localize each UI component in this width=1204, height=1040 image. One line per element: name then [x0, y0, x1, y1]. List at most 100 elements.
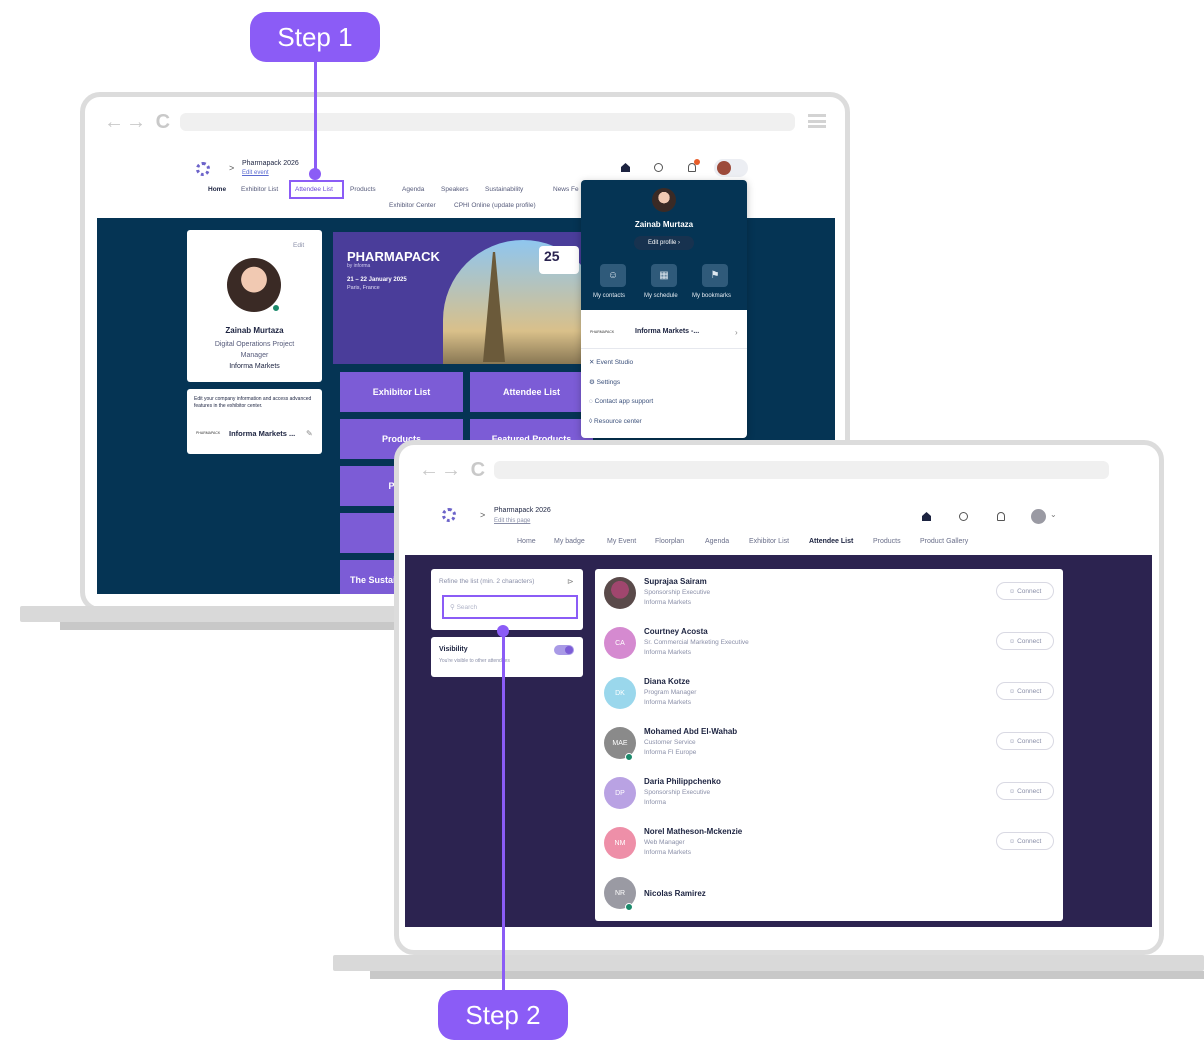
attendee-company: Informa Markets [644, 649, 691, 656]
attendee-row[interactable]: DK Diana Kotze Program Manager Informa M… [595, 669, 1063, 719]
visibility-toggle[interactable] [554, 645, 574, 655]
user-avatar[interactable] [717, 161, 731, 175]
browser-2-nav-arrows[interactable]: ←→ C [419, 459, 487, 482]
connect-button[interactable]: ☺ Connect [996, 782, 1054, 800]
dropdown-divider [581, 348, 747, 349]
org-chevron-icon[interactable]: › [735, 328, 738, 337]
schedule-icon[interactable]: ▦ [651, 264, 677, 287]
attendee-row[interactable]: NR Nicolas Ramirez [595, 869, 1063, 919]
avatar-chevron-icon[interactable]: ⌄ [1050, 510, 1057, 519]
connect-button[interactable]: ☺ Connect [996, 732, 1054, 750]
nav-sustainability[interactable]: Sustainability [485, 186, 523, 193]
nav-agenda[interactable]: Agenda [402, 186, 424, 193]
menu-event-studio-label: Event Studio [596, 359, 634, 366]
attendee-title: Web Manager [644, 839, 685, 846]
bell-2-icon[interactable] [997, 512, 1005, 521]
visibility-title: Visibility [439, 646, 468, 653]
menu-settings[interactable]: ⚙ Settings [589, 378, 620, 386]
attendee-avatar: NM [604, 827, 636, 859]
company-name[interactable]: Informa Markets ... [229, 429, 295, 438]
step-1-dot [309, 168, 321, 180]
attendee-title: Sponsorship Executive [644, 789, 711, 796]
profile-name: Zainab Murtaza [225, 326, 284, 335]
connect-button[interactable]: ☺ Connect [996, 632, 1054, 650]
nav-cphi-online[interactable]: CPHI Online (update profile) [454, 202, 536, 209]
tile-attendee-list[interactable]: Attendee List [470, 372, 593, 412]
org-name[interactable]: Informa Markets -... [635, 328, 699, 335]
attendee-list-highlight [289, 180, 344, 199]
nav2-product-gallery[interactable]: Product Gallery [920, 538, 968, 545]
attendee-row[interactable]: NM Norel Matheson-Mckenzie Web Manager I… [595, 819, 1063, 869]
browser-nav-arrows[interactable]: ←→ C [104, 111, 172, 134]
connect-button[interactable]: ☺ Connect [996, 582, 1054, 600]
nav2-my-badge[interactable]: My badge [554, 538, 585, 545]
attendee-row[interactable]: Suprajaa Sairam Sponsorship Executive In… [595, 569, 1063, 619]
attendee-row[interactable]: DP Daria Philippchenko Sponsorship Execu… [595, 769, 1063, 819]
edit-page-link[interactable]: Edit this page [494, 518, 530, 524]
nav2-floorplan[interactable]: Floorplan [655, 538, 684, 545]
attendee-name: Daria Philippchenko [644, 777, 721, 786]
address-bar[interactable] [180, 113, 795, 131]
laptop-2-base [333, 955, 1204, 971]
event-logo-icon[interactable] [196, 162, 210, 176]
nav-exhibitor-list[interactable]: Exhibitor List [241, 186, 278, 193]
connect-label: Connect [1017, 787, 1042, 795]
edit-profile-button[interactable]: Edit profile › [634, 236, 694, 250]
nav2-home[interactable]: Home [517, 538, 536, 545]
contacts-icon[interactable]: ☺ [600, 264, 626, 287]
step-2-connector [502, 631, 505, 991]
menu-event-studio[interactable]: ✕ Event Studio [589, 358, 633, 366]
profile-edit-link[interactable]: Edit [293, 242, 304, 249]
nav2-agenda[interactable]: Agenda [705, 538, 729, 545]
nav2-products[interactable]: Products [873, 538, 901, 545]
attendee-title: Sr. Commercial Marketing Executive [644, 639, 749, 646]
nav-products[interactable]: Products [350, 186, 376, 193]
notification-badge [694, 159, 700, 165]
attendee-list: Suprajaa Sairam Sponsorship Executive In… [595, 569, 1063, 921]
nav-speakers[interactable]: Speakers [441, 186, 468, 193]
nav2-attendee-list[interactable]: Attendee List [809, 538, 853, 545]
my-bookmarks-label[interactable]: My bookmarks [692, 293, 731, 299]
filter-label: Refine the list (min. 2 characters) [439, 578, 535, 585]
filter-icon[interactable]: ⊳ [567, 577, 574, 586]
menu-icon[interactable] [808, 114, 826, 128]
bookmark-icon[interactable]: ⚑ [702, 264, 728, 287]
nav-home[interactable]: Home [208, 186, 226, 193]
search-input[interactable]: ⚲ Search [442, 595, 578, 619]
step-1-connector [314, 60, 317, 173]
user-avatar-2[interactable] [1031, 509, 1046, 524]
attendee-row[interactable]: MAE Mohamed Abd El-Wahab Customer Servic… [595, 719, 1063, 769]
my-contacts-label[interactable]: My contacts [593, 293, 625, 299]
search-icon: ⚲ [450, 604, 457, 611]
edit-event-link[interactable]: Edit event [242, 170, 269, 176]
chat-2-icon[interactable] [959, 512, 968, 521]
dropdown-name: Zainab Murtaza [634, 220, 694, 229]
attendee-name: Diana Kotze [644, 677, 690, 686]
connect-label: Connect [1017, 837, 1042, 845]
attendee-row[interactable]: CA Courtney Acosta Sr. Commercial Market… [595, 619, 1063, 669]
tile-exhibitor-list[interactable]: Exhibitor List [340, 372, 463, 412]
edit-pencil-icon[interactable]: ✎ [306, 429, 313, 438]
connect-label: Connect [1017, 687, 1042, 695]
attendee-title: Sponsorship Executive [644, 589, 711, 596]
company-card: Edit your company information and access… [187, 389, 322, 454]
my-schedule-label[interactable]: My schedule [644, 293, 678, 299]
attendee-name: Nicolas Ramirez [644, 889, 706, 898]
address-bar-2[interactable] [494, 461, 1109, 479]
chat-icon[interactable] [654, 163, 663, 172]
nav-news[interactable]: News Fe [553, 186, 579, 193]
nav2-exhibitor-list[interactable]: Exhibitor List [749, 538, 789, 545]
connect-button[interactable]: ☺ Connect [996, 832, 1054, 850]
connect-button[interactable]: ☺ Connect [996, 682, 1054, 700]
nav2-my-event[interactable]: My Event [607, 538, 636, 545]
banner-brand: PHARMAPACK [347, 249, 440, 264]
settings-gear-icon: ⚙ [589, 379, 597, 386]
event-logo-2-icon[interactable] [442, 508, 456, 522]
menu-resource-center[interactable]: ◊ Resource center [589, 418, 642, 425]
attendee-company: Informa FI Europe [644, 749, 697, 756]
nav-exhibitor-center[interactable]: Exhibitor Center [389, 202, 436, 209]
edit-profile-label: Edit profile [647, 240, 677, 246]
laptop-2-screen: Refine the list (min. 2 characters) ⊳ ⚲ … [405, 555, 1152, 927]
attendee-company: Informa Markets [644, 699, 691, 706]
menu-contact-support[interactable]: ◌ Contact app support [589, 398, 653, 405]
